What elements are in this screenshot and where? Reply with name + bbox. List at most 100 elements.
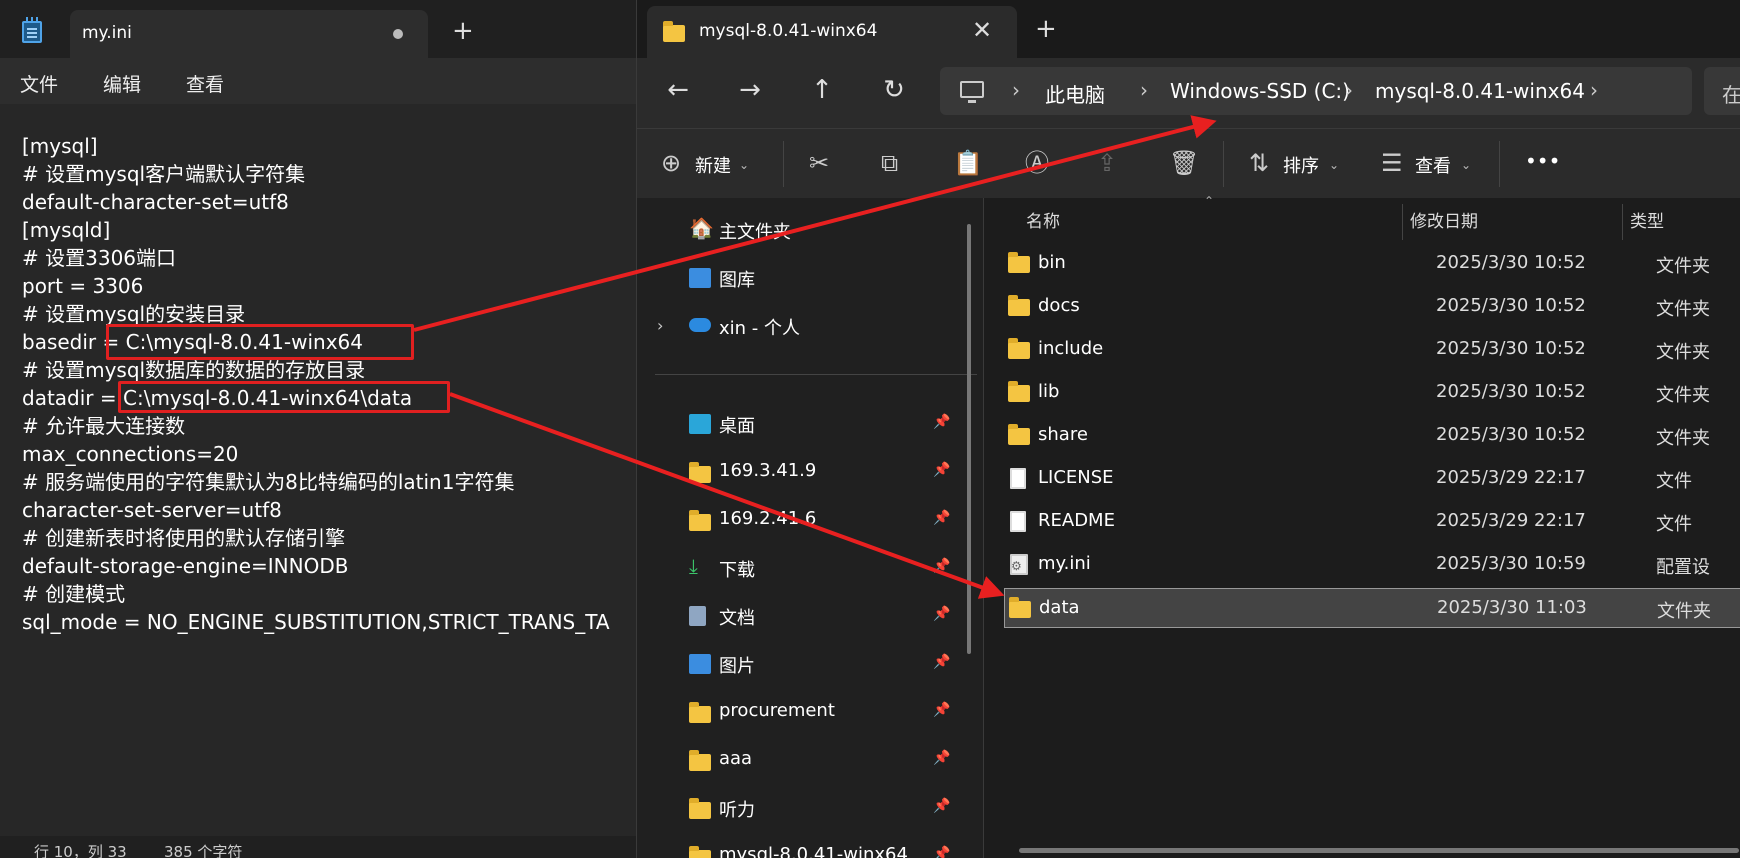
file-row[interactable]: docs 2025/3/30 10:52 文件夹 [1004,287,1740,327]
basedir-highlight-box [106,324,414,360]
nav-item-downloads[interactable]: ⤓ 下载 📌 [637,546,983,590]
notepad-tab-bar: my.ini + [0,0,640,58]
delete-icon[interactable]: 🗑 [1169,149,1199,177]
nav-label: 主文件夹 [719,222,791,243]
nav-item-folder[interactable]: procurement 📌 [637,690,983,734]
up-arrow-icon[interactable]: ↑ [805,76,839,104]
nav-item-home[interactable]: 🏠 主文件夹 [637,208,983,252]
file-name: share [1038,424,1088,445]
view-button[interactable]: ☰ 查看 ⌄ [1381,129,1481,199]
sort-ascending-icon: ⌃ [1204,194,1215,208]
file-name: my.ini [1038,553,1091,574]
file-name: include [1038,338,1104,359]
editor-line: default-storage-engine=INNODB [22,554,349,578]
address-bar[interactable]: › 此电脑 › Windows-SSD (C:) › mysql-8.0.41-… [940,67,1692,115]
nav-item-folder[interactable]: 169.3.41.9 📌 [637,450,983,494]
file-date: 2025/3/29 22:17 [1436,510,1586,531]
file-date: 2025/3/30 10:52 [1436,381,1586,402]
explorer-new-tab-button[interactable]: + [1035,16,1057,42]
file-name: LICENSE [1038,467,1114,488]
share-icon[interactable]: ⇪ [1097,149,1117,177]
menu-file[interactable]: 文件 [20,70,58,97]
column-name[interactable]: 名称 [1026,198,1060,240]
chevron-right-icon[interactable]: › [657,316,663,335]
column-date[interactable]: 修改日期 [1410,198,1478,240]
nav-item-onedrive[interactable]: › xin - 个人 [637,304,983,348]
menu-edit[interactable]: 编辑 [103,70,141,97]
nav-item-folder[interactable]: 169.2.41.6 📌 [637,498,983,542]
explorer-toolbar: ⊕ 新建 ⌄ ✂ ⧉ 📋 Ⓐ ⇪ 🗑 ⇅ 排序 ⌄ ☰ 查看 ⌄ ••• [637,128,1740,198]
nav-item-gallery[interactable]: 图库 [637,256,983,300]
nav-item-folder[interactable]: mysql-8.0.41-winx64 📌 [637,834,983,858]
chevron-right-icon[interactable]: › [1140,78,1148,102]
copy-icon[interactable]: ⧉ [881,149,898,177]
explorer-tab[interactable]: mysql-8.0.41-winx64 ✕ [647,6,1017,58]
refresh-icon[interactable]: ↻ [877,76,911,104]
column-type[interactable]: 类型 [1630,198,1664,240]
onedrive-icon [689,318,711,332]
sort-button[interactable]: ⇅ 排序 ⌄ [1249,129,1349,199]
explorer-tab-bar: mysql-8.0.41-winx64 ✕ + [637,0,1740,58]
nav-item-desktop[interactable]: 桌面 📌 [637,402,983,446]
notepad-status-bar: 行 10，列 33 385 个字符 [0,836,640,858]
pin-icon: 📌 [933,750,951,766]
menu-view[interactable]: 查看 [186,70,224,97]
notepad-new-tab-button[interactable]: + [452,18,474,44]
nav-item-folder[interactable]: aaa 📌 [637,738,983,782]
nav-item-folder[interactable]: 听力 📌 [637,786,983,830]
editor-line: max_connections=20 [22,442,239,466]
chevron-right-icon[interactable]: › [1590,78,1598,102]
file-row[interactable]: data 2025/3/30 11:03 文件夹 [1004,588,1740,628]
search-box[interactable]: 在 [1704,67,1740,115]
file-date: 2025/3/30 11:03 [1437,597,1587,618]
breadcrumb-this-pc[interactable]: 此电脑 [1045,79,1105,108]
file-row[interactable]: lib 2025/3/30 10:52 文件夹 [1004,373,1740,413]
file-date: 2025/3/30 10:52 [1436,424,1586,445]
explorer-nav-bar: ← → ↑ ↻ › 此电脑 › Windows-SSD (C:) › mysql… [637,58,1740,128]
editor-line: # 创建模式 [22,582,126,606]
editor-line: # 服务端使用的字符集默认为8比特编码的latin1字符集 [22,470,515,494]
file-row[interactable]: bin 2025/3/30 10:52 文件夹 [1004,244,1740,284]
back-arrow-icon[interactable]: ← [661,76,695,104]
file-name: bin [1038,252,1066,273]
file-row[interactable]: include 2025/3/30 10:52 文件夹 [1004,330,1740,370]
nav-label: procurement [719,700,835,721]
editor-line: # 允许最大连接数 [22,414,186,438]
more-options-button[interactable]: ••• [1525,149,1560,173]
horizontal-scrollbar[interactable] [1019,848,1739,853]
search-placeholder: 在 [1722,83,1740,107]
chevron-right-icon[interactable]: › [1345,78,1353,102]
file-type: 文件夹 [1656,385,1710,406]
folder-icon [689,702,711,723]
close-icon[interactable]: ✕ [972,16,992,44]
nav-item-pictures[interactable]: 图片 📌 [637,642,983,686]
breadcrumb-folder[interactable]: mysql-8.0.41-winx64 [1375,79,1585,103]
editor-line: character-set-server=utf8 [22,498,282,522]
editor-line: sql_mode = NO_ENGINE_SUBSTITUTION,STRICT… [22,610,610,634]
this-pc-icon [960,81,984,103]
unsaved-dot-icon[interactable] [393,29,403,39]
notepad-tab[interactable]: my.ini [70,10,428,58]
paste-icon[interactable]: 📋 [953,149,983,177]
rename-icon[interactable]: Ⓐ [1025,149,1049,177]
pin-icon: 📌 [933,414,951,430]
column-divider[interactable] [1622,204,1623,240]
file-row[interactable]: share 2025/3/30 10:52 文件夹 [1004,416,1740,456]
chevron-down-icon: ⌄ [1329,158,1340,172]
file-row[interactable]: LICENSE 2025/3/29 22:17 文件 [1004,459,1740,499]
nav-item-documents[interactable]: 文档 📌 [637,594,983,638]
breadcrumb-drive[interactable]: Windows-SSD (C:) [1170,79,1350,103]
notepad-editor[interactable]: [mysql] # 设置mysql客户端默认字符集 default-charac… [0,104,640,830]
column-divider[interactable] [1402,204,1403,240]
file-row[interactable]: README 2025/3/29 22:17 文件 [1004,502,1740,542]
folder-icon [1008,252,1030,273]
chevron-right-icon[interactable]: › [1012,78,1020,102]
editor-line: # 设置3306端口 [22,246,177,270]
new-button[interactable]: ⊕ 新建 ⌄ [661,129,761,199]
file-row[interactable]: my.ini 2025/3/30 10:59 配置设 [1004,545,1740,585]
view-list-icon: ☰ [1381,149,1403,177]
chevron-down-icon: ⌄ [1461,158,1472,172]
nav-scrollbar[interactable] [967,224,971,654]
cut-icon[interactable]: ✂ [809,149,829,177]
forward-arrow-icon[interactable]: → [733,76,767,104]
